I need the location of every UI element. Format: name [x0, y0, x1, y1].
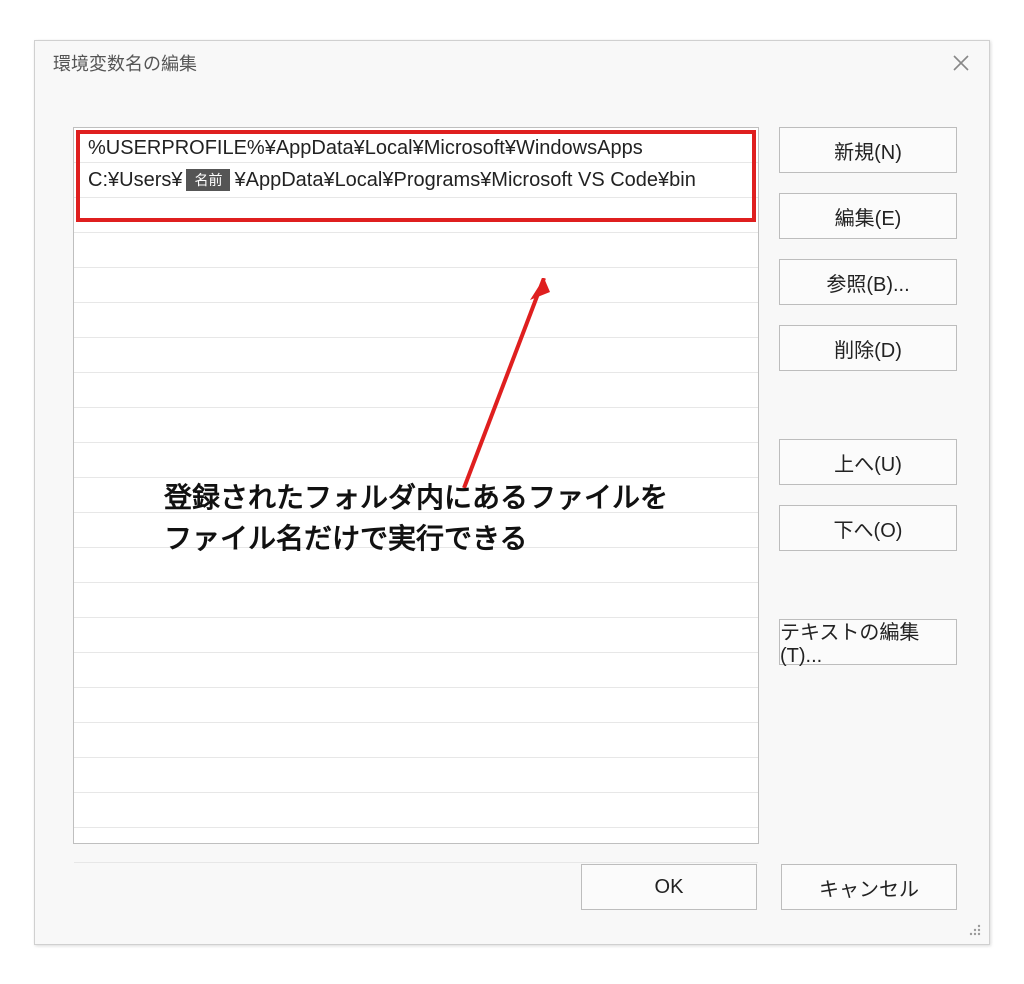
path-entry-empty[interactable] — [74, 583, 758, 618]
cancel-button[interactable]: キャンセル — [781, 864, 957, 910]
side-button-column: 新規(N) 編集(E) 参照(B)... 削除(D) 上へ(U) 下へ(O) テ… — [779, 127, 957, 665]
dialog-titlebar: 環境変数名の編集 — [35, 41, 989, 85]
dialog-title: 環境変数名の編集 — [53, 50, 197, 76]
close-icon[interactable] — [947, 49, 975, 77]
path-list-box[interactable]: %USERPROFILE%¥AppData¥Local¥Microsoft¥Wi… — [73, 127, 759, 844]
path-entry-empty[interactable] — [74, 443, 758, 478]
path-entry-empty[interactable] — [74, 198, 758, 233]
ok-button[interactable]: OK — [581, 864, 757, 910]
path-text: %USERPROFILE%¥AppData¥Local¥Microsoft¥Wi… — [88, 137, 643, 160]
path-text: ¥AppData¥Local¥Programs¥Microsoft VS Cod… — [234, 169, 695, 192]
new-button[interactable]: 新規(N) — [779, 127, 957, 173]
delete-button[interactable]: 削除(D) — [779, 325, 957, 371]
path-entry-empty[interactable] — [74, 478, 758, 513]
path-entry-empty[interactable] — [74, 513, 758, 548]
browse-button[interactable]: 参照(B)... — [779, 259, 957, 305]
resize-grip-icon[interactable] — [965, 920, 983, 938]
edit-button[interactable]: 編集(E) — [779, 193, 957, 239]
path-entry[interactable]: C:¥Users¥名前¥AppData¥Local¥Programs¥Micro… — [74, 163, 758, 198]
path-entry-empty[interactable] — [74, 268, 758, 303]
path-entry-empty[interactable] — [74, 723, 758, 758]
path-entry-empty[interactable] — [74, 303, 758, 338]
dialog-footer-buttons: OK キャンセル — [581, 864, 957, 910]
path-entry-empty[interactable] — [74, 688, 758, 723]
path-entry-empty[interactable] — [74, 373, 758, 408]
path-entry-empty[interactable] — [74, 758, 758, 793]
path-entry-empty[interactable] — [74, 233, 758, 268]
move-down-button[interactable]: 下へ(O) — [779, 505, 957, 551]
path-entry-empty[interactable] — [74, 548, 758, 583]
path-entry-empty[interactable] — [74, 653, 758, 688]
env-var-edit-dialog: 環境変数名の編集 %USERPROFILE%¥AppData¥Local¥Mic… — [34, 40, 990, 945]
path-entry-empty[interactable] — [74, 828, 758, 863]
path-entry-empty[interactable] — [74, 408, 758, 443]
path-text: C:¥Users¥ — [88, 169, 182, 192]
redacted-name-chip: 名前 — [186, 169, 230, 191]
path-entry-empty[interactable] — [74, 618, 758, 653]
path-entry-empty[interactable] — [74, 338, 758, 373]
path-entry-empty[interactable] — [74, 793, 758, 828]
move-up-button[interactable]: 上へ(U) — [779, 439, 957, 485]
path-entry[interactable]: %USERPROFILE%¥AppData¥Local¥Microsoft¥Wi… — [74, 128, 758, 163]
text-edit-button[interactable]: テキストの編集(T)... — [779, 619, 957, 665]
